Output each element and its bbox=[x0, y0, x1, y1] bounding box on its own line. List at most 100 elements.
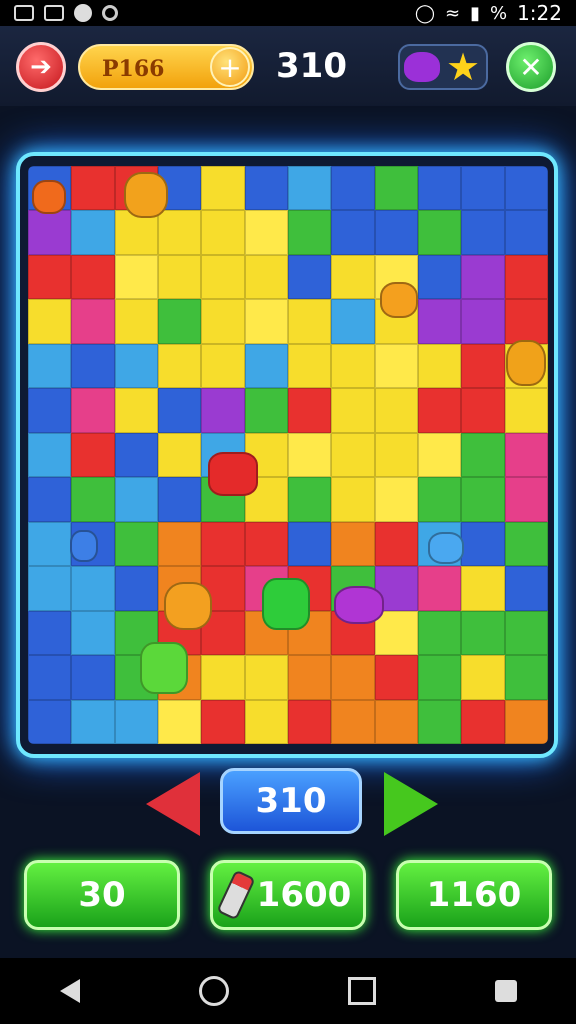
puzzle-cell[interactable] bbox=[504, 166, 548, 211]
orange-creature-icon[interactable] bbox=[380, 282, 418, 318]
puzzle-cell[interactable] bbox=[504, 566, 548, 611]
puzzle-cell[interactable] bbox=[157, 299, 202, 344]
puzzle-cell[interactable] bbox=[504, 655, 548, 700]
puzzle-cell[interactable] bbox=[331, 655, 375, 700]
puzzle-cell[interactable] bbox=[244, 210, 288, 255]
puzzle-cell[interactable] bbox=[244, 521, 288, 567]
puzzle-cell[interactable] bbox=[201, 699, 245, 744]
blue-creature-icon[interactable] bbox=[70, 530, 98, 562]
previous-level-button[interactable] bbox=[146, 772, 200, 836]
puzzle-cell[interactable] bbox=[417, 699, 462, 744]
puzzle-cell[interactable] bbox=[504, 610, 548, 656]
puzzle-cell[interactable] bbox=[114, 299, 158, 344]
rewards-panel[interactable]: ★ bbox=[398, 44, 488, 90]
puzzle-cell[interactable] bbox=[157, 343, 202, 389]
puzzle-cell[interactable] bbox=[201, 343, 245, 389]
next-level-button[interactable] bbox=[384, 772, 438, 836]
puzzle-cell[interactable] bbox=[331, 166, 375, 211]
puzzle-board[interactable] bbox=[28, 166, 548, 744]
nav-home-icon[interactable] bbox=[198, 976, 229, 1006]
puzzle-cell[interactable] bbox=[244, 299, 288, 344]
puzzle-cell[interactable] bbox=[71, 477, 115, 522]
puzzle-cell[interactable] bbox=[417, 610, 462, 656]
puzzle-cell[interactable] bbox=[28, 610, 72, 656]
puzzle-cell[interactable] bbox=[114, 699, 158, 744]
red-puzzle-piece[interactable] bbox=[208, 452, 258, 496]
puzzle-cell[interactable] bbox=[28, 432, 72, 478]
puzzle-cell[interactable] bbox=[417, 210, 462, 255]
puzzle-cell[interactable] bbox=[244, 655, 288, 700]
puzzle-cell[interactable] bbox=[374, 343, 418, 389]
puzzle-cell[interactable] bbox=[71, 166, 115, 211]
puzzle-cell[interactable] bbox=[331, 254, 375, 300]
orange-creature-icon[interactable] bbox=[32, 180, 66, 214]
puzzle-cell[interactable] bbox=[287, 699, 332, 744]
puzzle-cell[interactable] bbox=[201, 254, 245, 300]
puzzle-cell[interactable] bbox=[114, 521, 158, 567]
puzzle-cell[interactable] bbox=[114, 477, 158, 522]
puzzle-cell[interactable] bbox=[331, 521, 375, 567]
puzzle-cell[interactable] bbox=[157, 521, 202, 567]
puzzle-cell[interactable] bbox=[461, 477, 505, 522]
puzzle-cell[interactable] bbox=[287, 477, 332, 522]
nav-app-icon[interactable] bbox=[494, 980, 517, 1002]
puzzle-cell[interactable] bbox=[28, 210, 72, 255]
puzzle-cell[interactable] bbox=[417, 343, 462, 389]
puzzle-cell[interactable] bbox=[417, 566, 462, 611]
puzzle-cell[interactable] bbox=[114, 566, 158, 611]
puzzle-cell[interactable] bbox=[287, 299, 332, 344]
puzzle-cell[interactable] bbox=[201, 521, 245, 567]
puzzle-cell[interactable] bbox=[157, 699, 202, 744]
level-button[interactable]: 310 bbox=[220, 768, 362, 834]
puzzle-cell[interactable] bbox=[331, 432, 375, 478]
puzzle-cell[interactable] bbox=[504, 210, 548, 255]
puzzle-cell[interactable] bbox=[461, 299, 505, 344]
puzzle-cell[interactable] bbox=[461, 432, 505, 478]
confirm-button[interactable]: ✕ bbox=[506, 42, 556, 92]
green-puzzle-piece[interactable] bbox=[262, 578, 310, 630]
puzzle-cell[interactable] bbox=[71, 432, 115, 478]
puzzle-cell[interactable] bbox=[287, 388, 332, 433]
puzzle-cell[interactable] bbox=[287, 521, 332, 567]
puzzle-cell[interactable] bbox=[71, 299, 115, 344]
puzzle-cell[interactable] bbox=[504, 299, 548, 344]
puzzle-cell[interactable] bbox=[504, 388, 548, 433]
puzzle-cell[interactable] bbox=[461, 343, 505, 389]
puzzle-cell[interactable] bbox=[28, 699, 72, 744]
puzzle-cell[interactable] bbox=[114, 388, 158, 433]
puzzle-cell[interactable] bbox=[331, 388, 375, 433]
puzzle-cell[interactable] bbox=[504, 477, 548, 522]
puzzle-cell[interactable] bbox=[374, 388, 418, 433]
nav-back-icon[interactable] bbox=[59, 979, 80, 1003]
puzzle-cell[interactable] bbox=[28, 388, 72, 433]
puzzle-cell[interactable] bbox=[417, 477, 462, 522]
puzzle-cell[interactable] bbox=[157, 477, 202, 522]
puzzle-cell[interactable] bbox=[157, 388, 202, 433]
puzzle-cell[interactable] bbox=[201, 388, 245, 433]
puzzle-cell[interactable] bbox=[461, 566, 505, 611]
puzzle-cell[interactable] bbox=[114, 343, 158, 389]
back-button[interactable]: ➔ bbox=[16, 42, 66, 92]
puzzle-cell[interactable] bbox=[461, 210, 505, 255]
puzzle-cell[interactable] bbox=[331, 699, 375, 744]
puzzle-cell[interactable] bbox=[28, 655, 72, 700]
puzzle-cell[interactable] bbox=[28, 343, 72, 389]
puzzle-cell[interactable] bbox=[374, 521, 418, 567]
add-coins-button[interactable]: + bbox=[210, 47, 250, 87]
puzzle-cell[interactable] bbox=[244, 699, 288, 744]
puzzle-cell[interactable] bbox=[71, 699, 115, 744]
puzzle-cell[interactable] bbox=[244, 388, 288, 433]
puzzle-cell[interactable] bbox=[504, 699, 548, 744]
puzzle-cell[interactable] bbox=[157, 254, 202, 300]
puzzle-cell[interactable] bbox=[287, 166, 332, 211]
puzzle-cell[interactable] bbox=[331, 477, 375, 522]
puzzle-cell[interactable] bbox=[201, 210, 245, 255]
green-puzzle-piece[interactable] bbox=[140, 642, 188, 694]
puzzle-cell[interactable] bbox=[71, 655, 115, 700]
puzzle-cell[interactable] bbox=[28, 254, 72, 300]
puzzle-cell[interactable] bbox=[374, 655, 418, 700]
puzzle-cell[interactable] bbox=[71, 210, 115, 255]
puzzle-cell[interactable] bbox=[417, 388, 462, 433]
hint-count-button[interactable]: 30 bbox=[24, 860, 180, 930]
puzzle-cell[interactable] bbox=[461, 166, 505, 211]
